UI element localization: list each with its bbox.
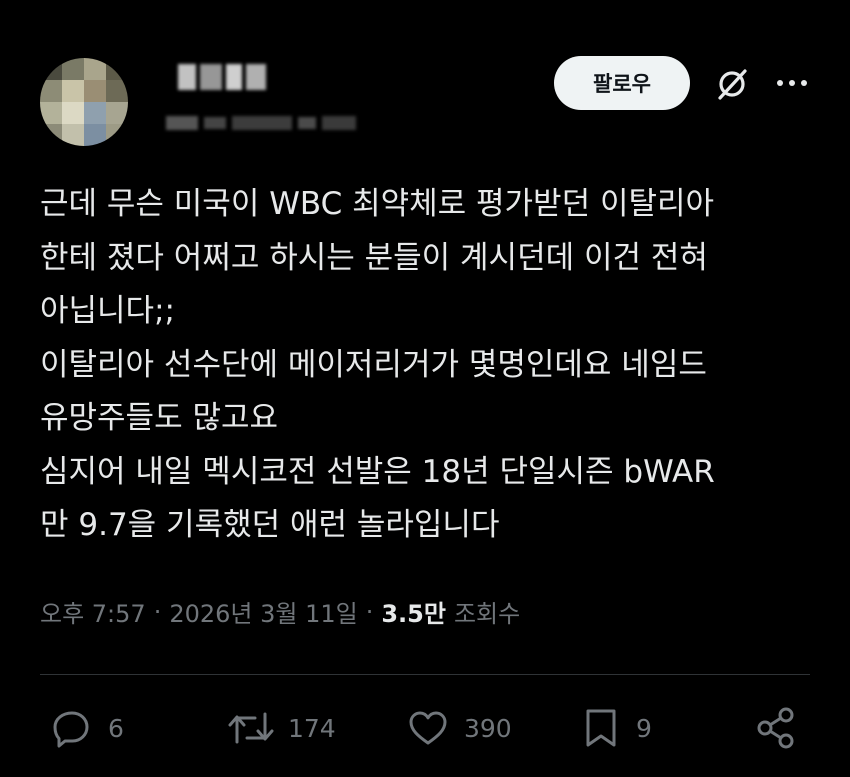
share-button[interactable] [752,704,800,752]
redaction-block [232,116,292,130]
tweet-line: 아닙니다;; [40,293,175,329]
tweet-line: 심지어 내일 멕시코전 선발은 18년 단일시즌 bWAR [40,453,715,490]
redaction-block [166,116,198,130]
tweet-line: 만 9.7을 기록했던 애런 놀라입니다 [40,507,500,543]
meta-separator: · [365,597,374,626]
avatar-pixel [40,124,62,146]
repost-icon [226,706,276,750]
avatar-pixel [106,102,128,124]
redaction-block [204,117,226,129]
avatar-pixel [40,102,62,124]
redaction-block [178,64,196,90]
display-name-redacted[interactable] [178,64,266,90]
handle-redacted[interactable] [166,114,356,132]
share-icon [752,704,800,752]
avatar-pixel [84,124,106,146]
reply-icon [50,706,94,750]
avatar-pixel [106,124,128,146]
avatar-pixel [84,102,106,124]
avatar-pixel [62,80,84,102]
reply-button[interactable]: 6 [50,704,124,752]
avatar-pixel [84,58,106,80]
tweet-line: 한테 졌다 어쩌고 하시는 분들이 계시던데 이건 전혀 [40,239,708,276]
avatar[interactable] [40,58,128,146]
follow-button[interactable]: 팔로우 [554,56,690,110]
tweet-date[interactable]: 2026년 3월 11일 [169,594,357,629]
tweet-line: 근데 무슨 미국이 WBC 최약체로 평가받던 이탈리아 [40,186,715,222]
repost-button[interactable]: 174 [226,704,336,752]
avatar-pixel [62,58,84,80]
redaction-block [200,64,222,90]
redaction-block [298,117,316,129]
bookmark-icon [582,706,620,750]
bookmark-button[interactable]: 9 [582,704,652,752]
heart-icon [406,706,450,750]
views-label: 조회수 [453,600,521,628]
tweet-time[interactable]: 오후 7:57 [40,594,146,629]
redaction-block [322,116,356,130]
avatar-pixel [62,124,84,146]
avatar-pixel [106,80,128,102]
redaction-block [226,64,242,90]
redaction-block [246,64,266,90]
tweet-line: 유망주들도 많고요 [40,400,279,436]
avatar-pixel [62,102,84,124]
bookmark-count: 9 [636,713,652,743]
meta-separator: · [153,597,162,626]
avatar-pixel [106,58,128,80]
more-icon[interactable] [774,70,810,96]
tweet-meta: 오후 7:57 · 2026년 3월 11일 · 3.5만 조회수 [40,594,520,629]
avatar-pixel [40,58,62,80]
reply-count: 6 [108,713,124,743]
avatar-pixel [84,80,106,102]
tweet-line: 이탈리아 선수단에 메이저리거가 몇명인데요 네임드 [40,346,707,383]
grok-icon[interactable] [712,64,752,104]
tweet-text: 근데 무슨 미국이 WBC 최약체로 평가받던 이탈리아 한테 졌다 어쩌고 하… [40,178,830,553]
views-count: 3.5만 [381,600,446,628]
divider [40,674,810,675]
repost-count: 174 [288,713,336,743]
like-button[interactable]: 390 [406,704,512,752]
like-count: 390 [464,713,512,743]
avatar-pixel [40,80,62,102]
